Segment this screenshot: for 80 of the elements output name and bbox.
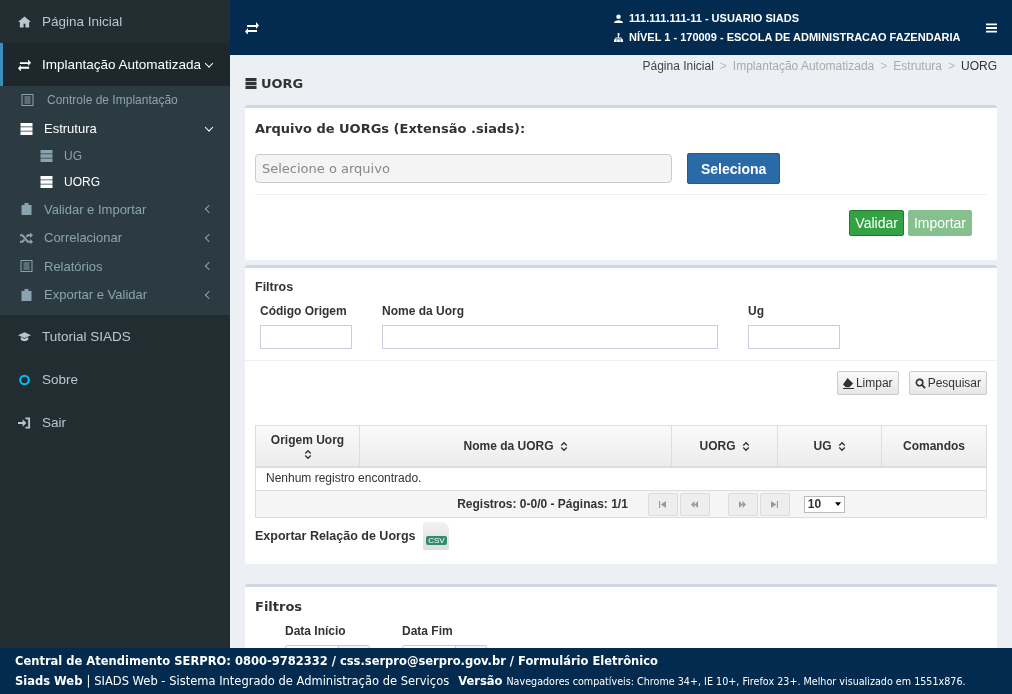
- filter-title: Filtros: [255, 279, 295, 294]
- sidebar-item[interactable]: Página Inicial: [0, 0, 230, 43]
- sidebar-item[interactable]: Validar e Importar: [0, 195, 230, 224]
- sort-icon: [303, 448, 312, 460]
- sitemap-icon: [614, 32, 623, 42]
- list-icon: [20, 260, 33, 273]
- sidebar-item[interactable]: Implantação Automatizada: [0, 43, 230, 86]
- search-button[interactable]: Pesquisar: [908, 371, 987, 395]
- caret-icon: [834, 502, 841, 506]
- swap-arrows-icon: [18, 58, 31, 71]
- shuffle-icon: [20, 231, 33, 244]
- server-icon: [40, 150, 53, 162]
- clear-button[interactable]: Limpar: [836, 371, 899, 395]
- sidebar-item[interactable]: Sair: [0, 401, 230, 444]
- clipboard-icon: [20, 203, 33, 216]
- footer-separator: |: [86, 673, 91, 690]
- field-label: Ug: [748, 304, 765, 318]
- clipboard-icon: [20, 288, 33, 301]
- breadcrumb-link[interactable]: UORG: [961, 59, 997, 73]
- server-icon: [245, 77, 257, 89]
- column-header[interactable]: UORG: [672, 426, 778, 466]
- previous-page-icon: [690, 500, 700, 508]
- column-header[interactable]: UG: [778, 426, 882, 466]
- sidebar-item[interactable]: Relatórios: [0, 252, 230, 281]
- field-label: Data Início: [285, 624, 347, 638]
- input-field[interactable]: [260, 325, 352, 349]
- browser-note: Navegadores compatíveis: Chrome 34+, IE 10+, Firefox 23+. Melhor visualizado em 1551x876.: [506, 675, 966, 689]
- server-icon: [40, 176, 53, 188]
- user-icon: [614, 13, 623, 23]
- filter-title: Filtros: [255, 598, 304, 614]
- page-title: UORG: [261, 75, 304, 91]
- csv-file-button[interactable]: CSV: [423, 522, 450, 550]
- breadcrumb-separator: >: [948, 59, 955, 73]
- sidebar-item[interactable]: UORG: [0, 169, 230, 195]
- swap-arrows-icon[interactable]: [245, 21, 259, 34]
- sidebar-item[interactable]: Sobre: [0, 358, 230, 401]
- column-header[interactable]: Nome da UORG: [360, 426, 672, 466]
- input-field[interactable]: [748, 325, 840, 349]
- sort-icon: [741, 440, 750, 452]
- server-icon: [20, 122, 33, 135]
- input-field[interactable]: [382, 325, 718, 349]
- circle-icon: [18, 373, 31, 386]
- upload-label: Arquivo de UORGs (Extensão .siads):: [255, 120, 527, 136]
- sidebar-item[interactable]: Tutorial SIADS: [0, 315, 230, 358]
- system-name: SIADS Web - Sistema Integrado de Administração de Serviços: [94, 673, 450, 690]
- user-name: 111.111.111-11 - USUARIO SIADS: [629, 12, 799, 24]
- field-label: Nome da Uorg: [382, 304, 465, 318]
- breadcrumb-separator: >: [880, 59, 888, 73]
- select-button[interactable]: Seleciona: [687, 153, 781, 184]
- contact-text: Central de Atendimento SERPRO: 0800-9782332 / css.serpro@serpro.gov.br / Formulário Eletrônico: [15, 653, 659, 670]
- menu-icon[interactable]: [986, 22, 997, 33]
- field-label: Data Fim: [402, 624, 454, 638]
- export-label: Exportar Relação de Uorgs: [255, 529, 416, 543]
- brand-name: Siads Web: [15, 673, 83, 690]
- sidebar-item[interactable]: Estrutura: [0, 114, 230, 143]
- column-header[interactable]: Comandos: [882, 426, 986, 466]
- user-unit: NÍVEL 1 - 170009 - ESCOLA DE ADMINISTRACAO FAZENDARIA: [629, 31, 961, 43]
- sidebar-item[interactable]: UG: [0, 143, 230, 169]
- pager-summary: Registros: 0-0/0 - Páginas: 1/1: [457, 497, 628, 511]
- version-label: Versão: [458, 673, 503, 690]
- file-field[interactable]: Selecione o arquivo: [255, 154, 672, 183]
- breadcrumb-link[interactable]: Página Inicial: [642, 59, 714, 73]
- page-size-select[interactable]: 10: [803, 495, 845, 513]
- next-page-icon: [738, 500, 748, 508]
- breadcrumb-separator: >: [719, 59, 727, 73]
- first-page-icon: [658, 500, 668, 508]
- sign-in-icon: [18, 416, 31, 429]
- sidebar-item[interactable]: Correlacionar: [0, 223, 230, 252]
- home-icon: [18, 15, 31, 28]
- search-icon: [914, 377, 926, 389]
- eraser-icon: [842, 377, 854, 389]
- graduation-cap-icon: [18, 330, 31, 343]
- sort-icon: [559, 440, 568, 452]
- field-label: Código Origem: [260, 304, 348, 318]
- column-header[interactable]: Origem Uorg: [256, 426, 360, 466]
- sidebar-item[interactable]: Exportar e Validar: [0, 280, 230, 309]
- sidebar-item[interactable]: Controle de Implantação: [0, 86, 230, 115]
- sort-icon: [837, 440, 846, 452]
- list-icon: [21, 94, 34, 107]
- last-page-icon: [770, 500, 780, 508]
